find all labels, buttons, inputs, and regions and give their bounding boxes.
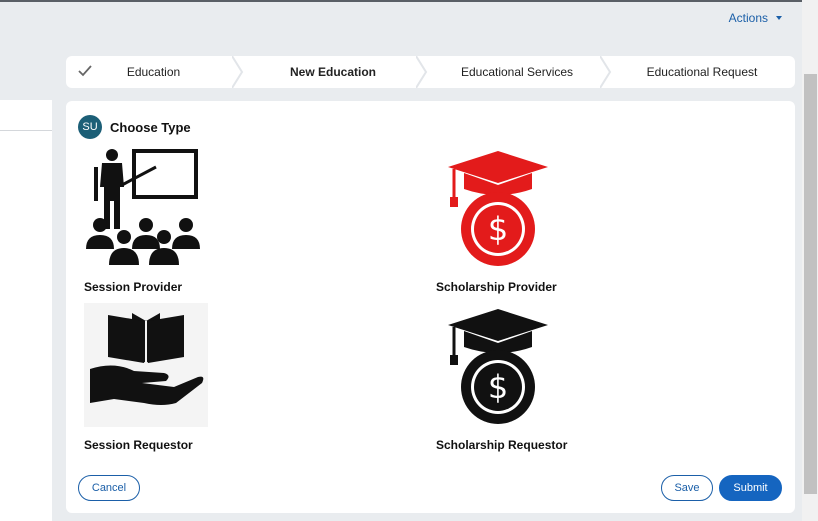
step-label: Education — [126, 65, 181, 79]
actions-label: Actions — [728, 11, 768, 25]
page-title: Choose Type — [110, 119, 191, 135]
option-session-provider[interactable]: Session Provider — [84, 145, 284, 295]
teacher-classroom-icon — [86, 149, 200, 265]
step-separator — [600, 56, 612, 88]
scrollbar[interactable] — [802, 0, 818, 521]
step-separator — [416, 56, 428, 88]
progress-stepper: Education New Education Educational Serv… — [66, 56, 795, 88]
top-border — [0, 0, 818, 2]
graduation-cap-dollar-red-icon: $ — [448, 151, 548, 266]
option-session-requestor[interactable]: Session Requestor — [84, 303, 284, 453]
option-scholarship-requestor[interactable]: $ Scholarship Requestor — [436, 303, 636, 453]
checkmark-icon — [78, 65, 92, 77]
option-label: Scholarship Provider — [436, 280, 557, 294]
scrollbar-thumb[interactable] — [804, 74, 817, 494]
option-scholarship-provider[interactable]: $ Scholarship Provider — [436, 145, 636, 295]
card-header: SU Choose Type — [78, 115, 191, 139]
step-new-education[interactable]: New Education — [241, 56, 428, 88]
choose-type-card: SU Choose Type Session Provider $ Schola… — [66, 101, 795, 513]
left-panel — [0, 100, 52, 521]
actions-menu-button[interactable]: Actions — [729, 11, 782, 25]
caret-down-icon — [776, 16, 782, 20]
avatar: SU — [78, 115, 102, 139]
cancel-button[interactable]: Cancel — [78, 475, 140, 501]
svg-text:$: $ — [488, 210, 508, 248]
step-label: Educational Request — [646, 65, 758, 79]
step-education[interactable]: Education — [66, 56, 244, 88]
step-educational-request[interactable]: Educational Request — [609, 56, 795, 88]
submit-button[interactable]: Submit — [719, 475, 782, 501]
save-button[interactable]: Save — [661, 475, 713, 501]
step-label: New Education — [289, 65, 376, 79]
book-in-hand-icon — [84, 303, 208, 427]
graduation-cap-dollar-black-icon: $ — [448, 309, 548, 424]
option-label: Session Provider — [84, 280, 183, 294]
step-label: Educational Services — [460, 65, 574, 79]
option-label: Scholarship Requestor — [436, 438, 568, 452]
step-separator — [232, 56, 244, 88]
divider — [0, 130, 52, 131]
option-label: Session Requestor — [84, 438, 193, 452]
svg-text:$: $ — [488, 368, 508, 406]
step-educational-services[interactable]: Educational Services — [425, 56, 612, 88]
